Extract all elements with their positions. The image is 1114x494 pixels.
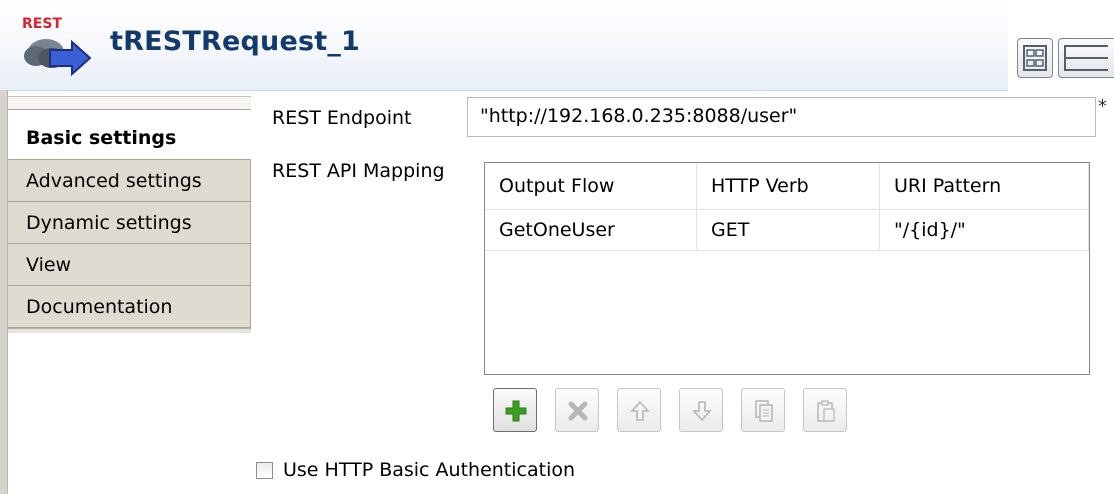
grid-view-button[interactable] [1017, 38, 1053, 78]
move-up-button[interactable] [617, 388, 661, 432]
settings-tabs: Basic settings Advanced settings Dynamic… [8, 96, 251, 333]
component-title: tRESTRequest_1 [110, 26, 361, 57]
arrow-down-icon [692, 401, 712, 422]
tab-basic-settings[interactable]: Basic settings [8, 110, 251, 160]
tab-documentation[interactable]: Documentation [8, 286, 251, 328]
tab-advanced-settings[interactable]: Advanced settings [8, 160, 251, 202]
paste-icon [817, 400, 835, 422]
component-header: REST tRESTRequest_1 [0, 0, 1008, 91]
rest-endpoint-input[interactable]: "http://192.168.0.235:8088/user" [467, 97, 1096, 137]
delete-x-icon [568, 401, 588, 421]
move-down-button[interactable] [679, 388, 723, 432]
required-marker: * [1098, 96, 1107, 117]
logo-text: REST [22, 16, 62, 32]
list-view-icon [1064, 45, 1108, 71]
rest-api-mapping-label: REST API Mapping [272, 160, 445, 182]
column-header-http-verb[interactable]: HTTP Verb [696, 163, 880, 210]
column-header-output-flow[interactable]: Output Flow [485, 163, 697, 210]
panel-left-edge [0, 90, 8, 494]
table-header-row: Output Flow HTTP Verb URI Pattern [485, 163, 1089, 210]
arrow-up-icon [630, 400, 650, 421]
cell-uri-pattern[interactable]: "/{id}/" [879, 209, 1089, 251]
remove-row-button[interactable] [555, 388, 599, 432]
list-view-button[interactable] [1058, 38, 1114, 78]
tab-strip-bottom [8, 328, 251, 333]
tab-strip-top [8, 96, 251, 110]
copy-button[interactable] [741, 388, 785, 432]
mapping-table[interactable]: Output Flow HTTP Verb URI Pattern GetOne… [484, 162, 1090, 375]
plus-icon [505, 400, 527, 422]
tab-view[interactable]: View [8, 244, 251, 286]
add-row-button[interactable] [493, 388, 537, 432]
copy-icon [755, 400, 773, 422]
rest-request-logo-icon: REST [20, 14, 100, 80]
paste-button[interactable] [803, 388, 847, 432]
basic-auth-label[interactable]: Use HTTP Basic Authentication [283, 459, 575, 481]
table-row[interactable]: GetOneUser GET "/{id}/" [485, 209, 1089, 251]
basic-auth-option[interactable]: Use HTTP Basic Authentication [256, 459, 575, 481]
tab-dynamic-settings[interactable]: Dynamic settings [8, 202, 251, 244]
basic-auth-checkbox[interactable] [256, 461, 273, 479]
cell-http-verb[interactable]: GET [696, 209, 880, 251]
grid-view-icon [1023, 45, 1047, 71]
cell-output-flow[interactable]: GetOneUser [485, 209, 697, 251]
column-header-uri-pattern[interactable]: URI Pattern [879, 163, 1089, 210]
rest-endpoint-label: REST Endpoint [272, 107, 412, 129]
